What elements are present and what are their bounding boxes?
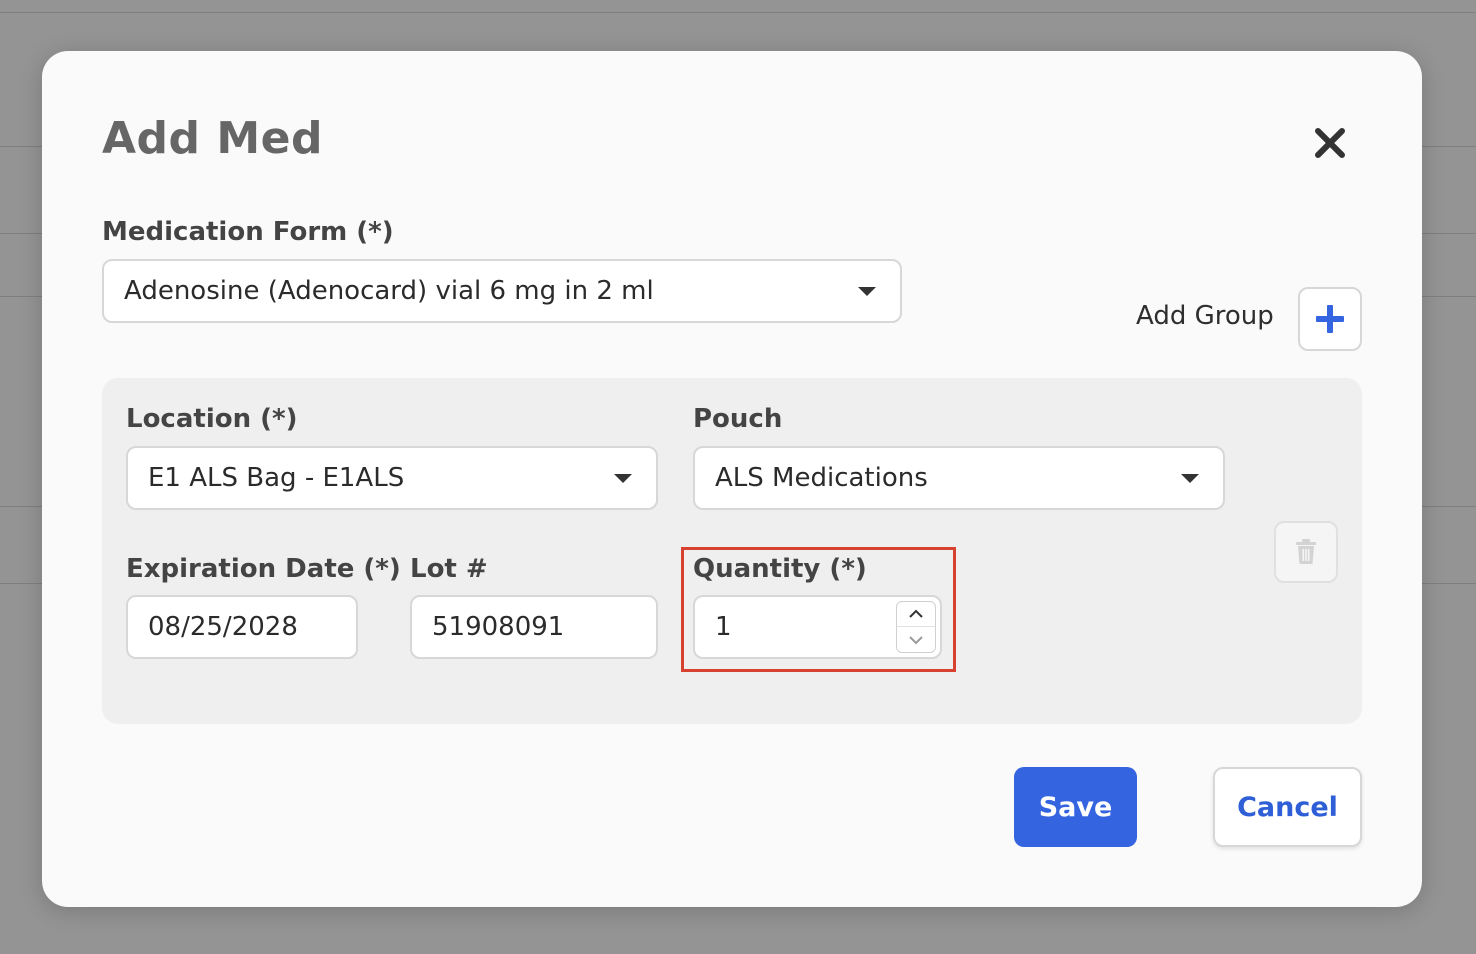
plus-icon xyxy=(1316,305,1344,333)
cancel-button[interactable]: Cancel xyxy=(1213,767,1362,847)
chevron-down-icon xyxy=(858,287,876,296)
background-divider xyxy=(0,12,1476,13)
quantity-label: Quantity (*) xyxy=(693,554,867,584)
location-value: E1 ALS Bag - E1ALS xyxy=(148,463,405,493)
pouch-select[interactable]: ALS Medications xyxy=(693,446,1225,510)
chevron-up-icon xyxy=(909,609,923,618)
location-label: Location (*) xyxy=(126,404,298,434)
quantity-spin-buttons xyxy=(896,601,936,653)
delete-group-button[interactable] xyxy=(1274,521,1338,583)
chevron-down-icon xyxy=(1181,474,1199,483)
add-med-dialog: Add Med Medication Form (*) Adenosine (A… xyxy=(42,51,1422,907)
expiration-date-input[interactable]: 08/25/2028 xyxy=(126,595,358,659)
lot-number-input[interactable]: 51908091 xyxy=(410,595,658,659)
lot-number-value: 51908091 xyxy=(432,612,565,642)
chevron-down-icon xyxy=(614,474,632,483)
quantity-stepper[interactable]: 1 xyxy=(693,595,942,659)
trash-icon xyxy=(1296,539,1316,564)
pouch-label: Pouch xyxy=(693,404,783,434)
close-icon[interactable] xyxy=(1310,123,1350,163)
chevron-down-icon xyxy=(909,635,923,644)
dialog-title: Add Med xyxy=(102,113,323,164)
medication-form-select[interactable]: Adenosine (Adenocard) vial 6 mg in 2 ml xyxy=(102,259,902,323)
increment-button[interactable] xyxy=(897,602,935,627)
location-select[interactable]: E1 ALS Bag - E1ALS xyxy=(126,446,658,510)
quantity-value: 1 xyxy=(715,612,732,642)
add-group-button[interactable] xyxy=(1298,287,1362,351)
decrement-button[interactable] xyxy=(897,627,935,652)
expiration-date-label: Expiration Date (*) xyxy=(126,554,401,584)
expiration-date-value: 08/25/2028 xyxy=(148,612,298,642)
lot-number-label: Lot # xyxy=(410,554,488,584)
save-button[interactable]: Save xyxy=(1014,767,1137,847)
medication-form-value: Adenosine (Adenocard) vial 6 mg in 2 ml xyxy=(124,276,654,306)
add-group-label: Add Group xyxy=(1136,301,1274,331)
pouch-value: ALS Medications xyxy=(715,463,928,493)
medication-form-label: Medication Form (*) xyxy=(102,217,394,247)
